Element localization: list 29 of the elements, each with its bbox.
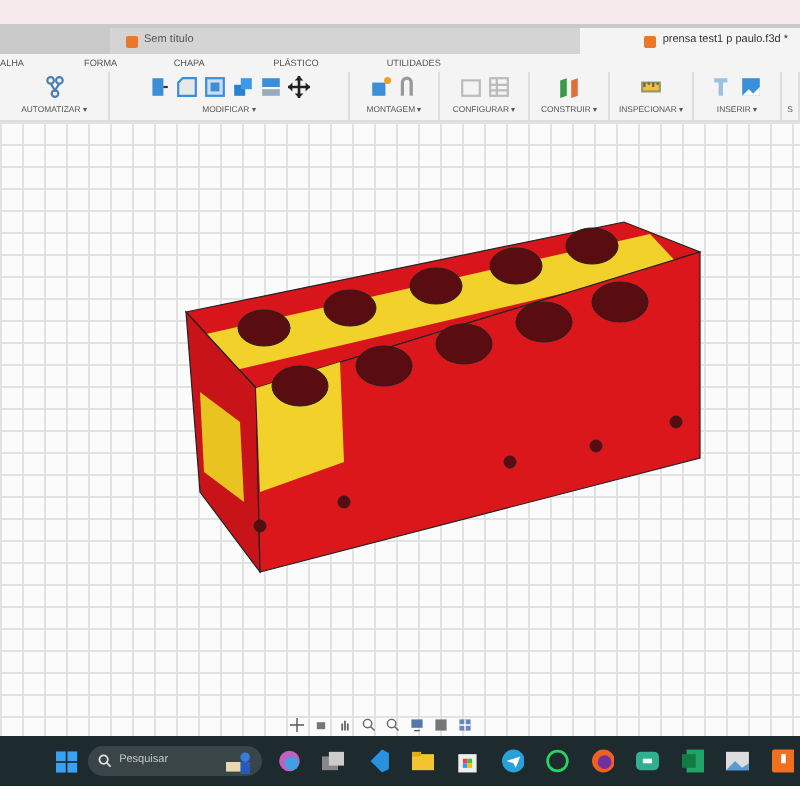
chamfer-icon[interactable] [176,76,198,98]
component-icon[interactable] [369,76,391,98]
measure-icon[interactable] [640,76,662,98]
planes-icon[interactable] [558,76,580,98]
task-view-icon[interactable] [322,748,345,774]
orbit-icon[interactable] [290,718,304,732]
viewports-icon[interactable] [458,718,472,732]
whatsapp-icon[interactable] [546,748,570,774]
shell-icon[interactable] [204,76,226,98]
spreadsheet-icon[interactable] [681,748,705,774]
cube-icon [644,35,657,47]
photos-icon[interactable] [726,748,750,774]
zoom-icon[interactable] [362,718,376,732]
node-icon[interactable] [43,76,65,98]
copilot-icon[interactable] [277,748,301,774]
cube-icon [126,35,138,47]
store-icon[interactable] [456,748,480,774]
display-icon[interactable] [410,718,424,732]
move-icon[interactable] [288,76,310,98]
browser-icon[interactable] [591,748,615,774]
combine-icon[interactable] [232,76,254,98]
telegram-icon[interactable] [501,748,525,774]
image-icon[interactable] [740,76,762,98]
folder-icon[interactable] [411,748,435,774]
start-icon[interactable] [56,749,78,773]
cad-app-icon[interactable] [771,748,795,774]
search-icon [97,754,112,768]
illustration-icon [223,749,252,773]
zoom-window-icon[interactable] [386,718,400,732]
